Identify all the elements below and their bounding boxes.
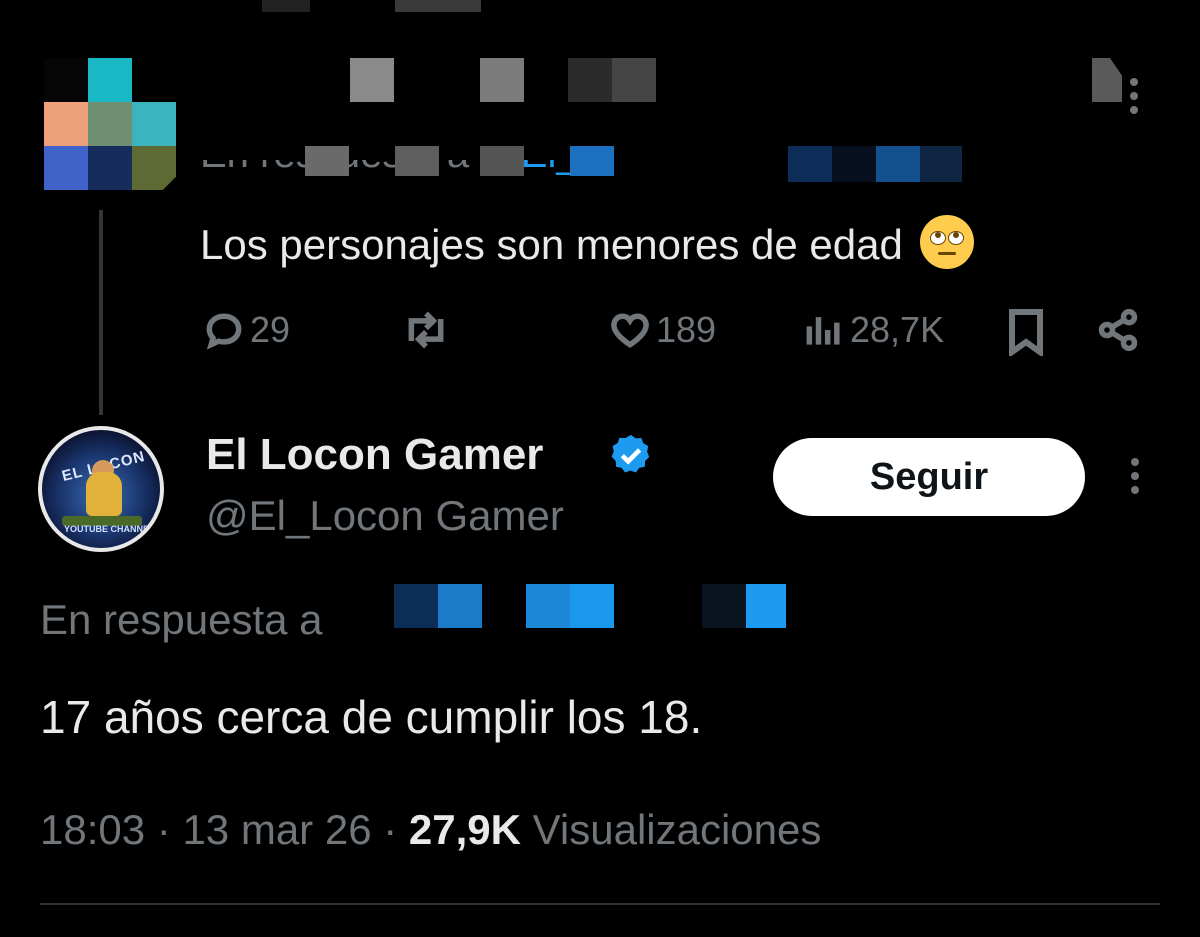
tweet-metadata: 18:03 · 13 mar 26 · 27,9K Visualizacione…: [40, 806, 821, 854]
views-count: 28,7K: [850, 309, 945, 350]
meta-separator: ·: [383, 806, 398, 853]
parent-action-bar: 29 189 28,7K: [200, 300, 1145, 360]
heart-icon: [611, 313, 649, 348]
tweet-views-count[interactable]: 27,9K: [409, 806, 521, 853]
follow-button[interactable]: Seguir: [773, 438, 1085, 516]
reply-to-handle-pixelated[interactable]: [394, 584, 794, 628]
parent-avatar-pixelated[interactable]: [44, 58, 176, 190]
share-action[interactable]: [1096, 308, 1140, 352]
author-handle[interactable]: @El_Locon Gamer: [206, 492, 564, 540]
parent-name-pixelated: [350, 58, 660, 102]
share-icon: [1098, 308, 1138, 352]
tweet-text: 17 años cerca de cumplir los 18.: [40, 691, 703, 743]
parent-reply-to: En respuesta a @El_: [200, 138, 970, 186]
thread-connector-line: [99, 210, 103, 415]
bookmark-icon: [1009, 309, 1043, 356]
views-chart-icon: [806, 317, 840, 345]
views-action[interactable]: 28,7K: [802, 308, 944, 352]
parent-more-options-icon[interactable]: [1130, 78, 1140, 120]
meta-separator: ·: [156, 806, 171, 853]
reply-to-label: En respuesta a: [40, 596, 323, 643]
reply-icon: [206, 313, 242, 350]
like-count: 189: [656, 309, 717, 350]
reply-count: 29: [250, 309, 291, 350]
avatar-logo-subtext: YOUTUBE CHANNEL: [64, 524, 155, 534]
bookmark-action[interactable]: [1006, 308, 1046, 356]
author-display-name[interactable]: El Locon Gamer: [206, 430, 543, 480]
pixelated-top-strip: [262, 0, 310, 12]
face-with-rolling-eyes-emoji: [920, 215, 975, 269]
pixelated-top-strip: [395, 0, 481, 12]
parent-time-pixelated: [1092, 58, 1122, 102]
tweet-views-label: Visualizaciones: [532, 806, 822, 853]
like-action[interactable]: 189: [608, 308, 716, 352]
tweet-time[interactable]: 18:03: [40, 806, 145, 853]
more-options-icon[interactable]: [1131, 458, 1141, 500]
tweet-date[interactable]: 13 mar 26: [182, 806, 371, 853]
parent-tweet-text: Los personajes son menores de edad: [200, 215, 975, 269]
reply-action[interactable]: 29: [202, 308, 290, 352]
verified-badge-icon: [611, 434, 650, 473]
repost-action[interactable]: [400, 308, 456, 352]
repost-icon: [408, 311, 444, 349]
divider: [40, 903, 1160, 905]
author-avatar[interactable]: EL LOCON GAMER YOUTUBE CHANNEL: [38, 426, 164, 552]
parent-tweet-text-content: Los personajes son menores de edad: [200, 221, 903, 268]
